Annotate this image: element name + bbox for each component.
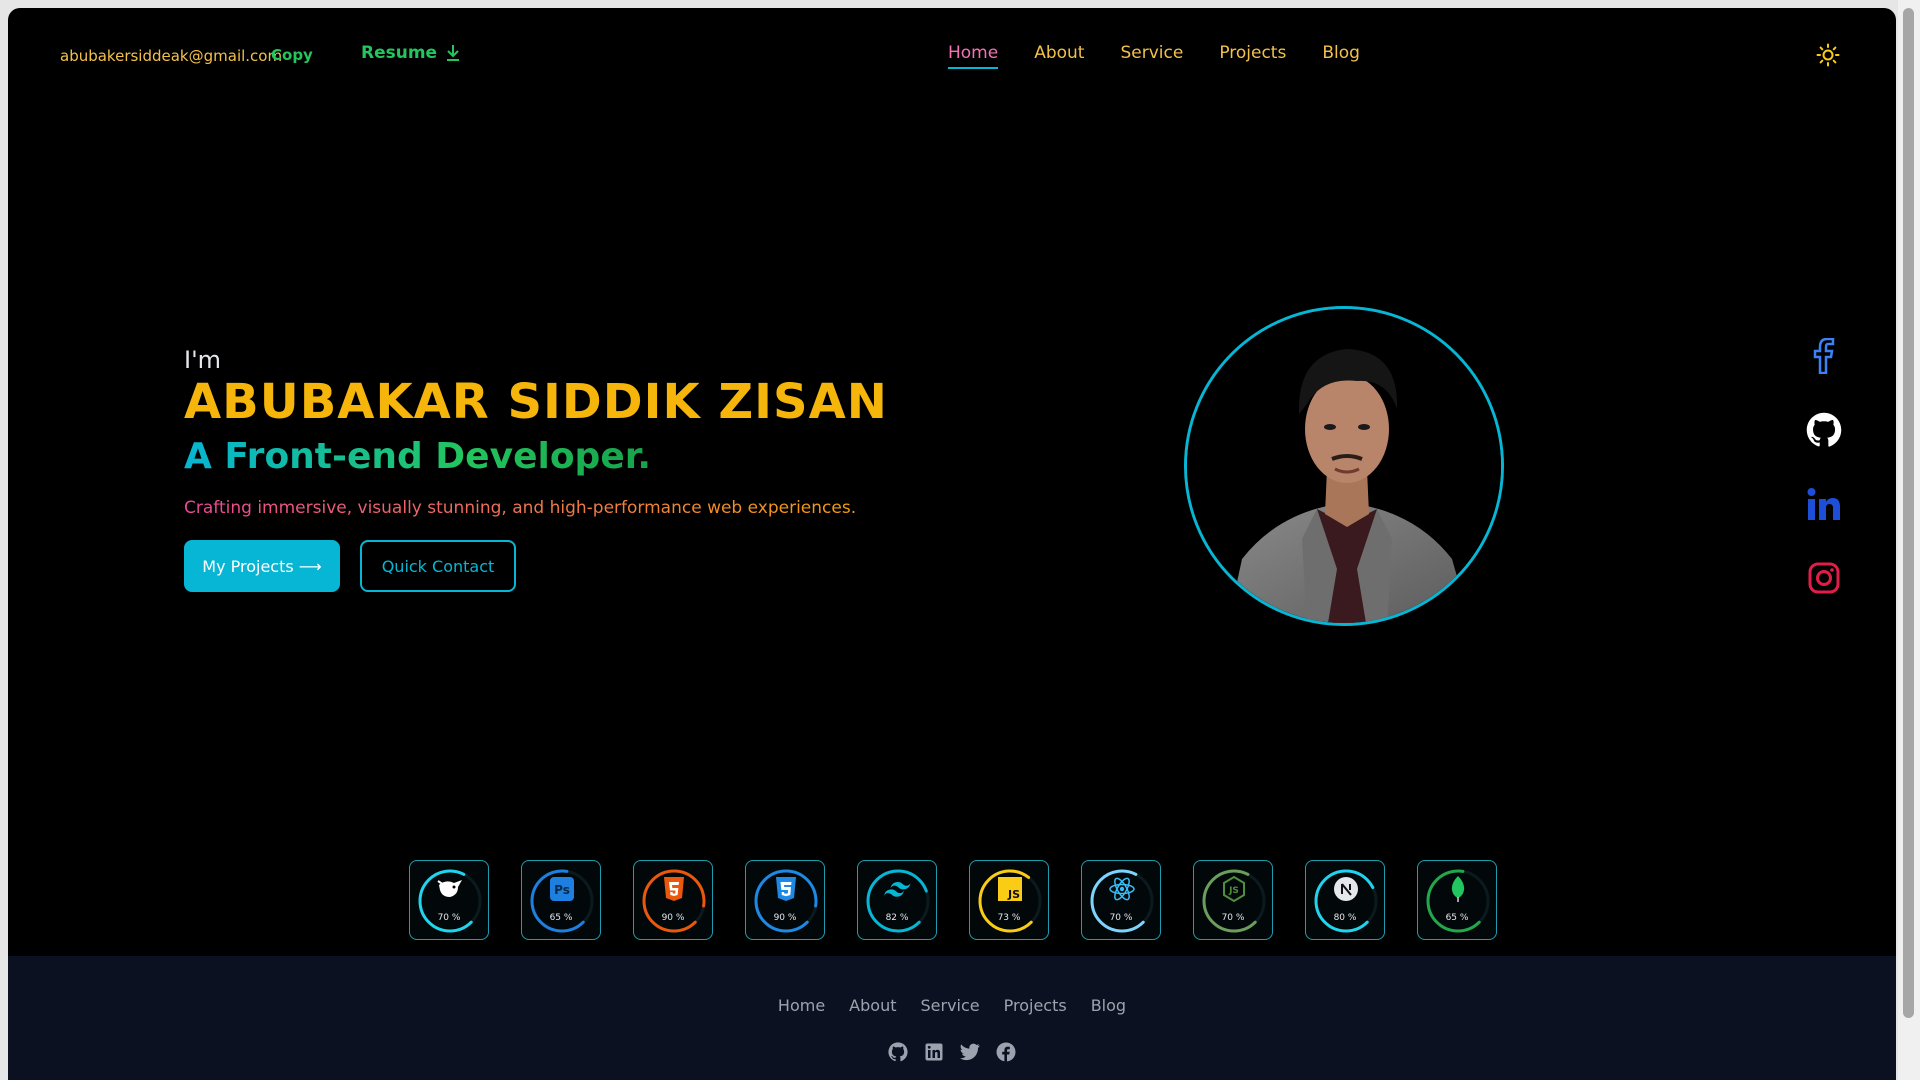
footer-nav-service[interactable]: Service (920, 996, 979, 1015)
linkedin-icon (925, 1043, 943, 1061)
profile-photo (1187, 309, 1501, 623)
github-icon (888, 1042, 908, 1062)
skill-percent: 90 % (773, 913, 797, 923)
footer: Home About Service Projects Blog (8, 956, 1896, 1080)
mongodb-icon (1444, 875, 1472, 903)
footer-twitter-link[interactable] (960, 1042, 980, 1062)
skill-percent: 73 % (997, 913, 1021, 923)
nav-blog[interactable]: Blog (1322, 43, 1360, 63)
email-address: abubakersiddeak@gmail.com (60, 47, 283, 65)
skill-card-photoshop: Ps 65 % (521, 860, 601, 940)
hero-role: A Front-end Developer. (184, 436, 652, 477)
facebook-icon (1813, 338, 1835, 374)
copy-email-button[interactable]: Copy (271, 46, 313, 64)
footer-facebook-link[interactable] (996, 1042, 1016, 1062)
skill-card-nodejs: JS 70 % (1193, 860, 1273, 940)
nav-about[interactable]: About (1034, 43, 1084, 63)
skill-percent: 65 % (1445, 913, 1469, 923)
page-frame: abubakersiddeak@gmail.com Copy Resume Ho… (8, 8, 1896, 1080)
skill-card-tailwind: 82 % (857, 860, 937, 940)
footer-nav-blog[interactable]: Blog (1091, 996, 1126, 1015)
instagram-icon (1808, 562, 1840, 594)
skill-percent: 70 % (1109, 913, 1133, 923)
photoshop-icon: Ps (548, 875, 576, 903)
resume-download-button[interactable]: Resume (361, 43, 461, 63)
css3-icon (772, 875, 800, 903)
linkedin-link[interactable] (1806, 486, 1842, 522)
quick-contact-button[interactable]: Quick Contact (360, 540, 516, 592)
facebook-link[interactable] (1806, 338, 1842, 374)
skill-card-html5: 90 % (633, 860, 713, 940)
svg-text:JS: JS (1007, 888, 1020, 901)
skill-percent: 70 % (1221, 913, 1245, 923)
skill-percent: 90 % (661, 913, 685, 923)
hero-description: Crafting immersive, visually stunning, a… (184, 498, 857, 518)
github-link[interactable] (1806, 412, 1842, 448)
my-projects-button[interactable]: My Projects ⟶ (184, 540, 340, 592)
header: abubakersiddeak@gmail.com Copy Resume Ho… (8, 8, 1896, 103)
nodejs-icon: JS (1220, 875, 1248, 903)
twitter-icon (960, 1043, 980, 1061)
nav-home[interactable]: Home (948, 43, 999, 69)
footer-nav-projects[interactable]: Projects (1004, 996, 1067, 1015)
skill-card-nextjs: 80 % (1305, 860, 1385, 940)
footer-social-icons (8, 1042, 1896, 1062)
nav-projects[interactable]: Projects (1219, 43, 1286, 63)
resume-label: Resume (361, 43, 438, 63)
hero-intro: I'm (184, 346, 222, 374)
theme-toggle-button[interactable] (1816, 43, 1840, 67)
footer-nav-home[interactable]: Home (778, 996, 825, 1015)
skill-card-mongodb: 65 % (1417, 860, 1497, 940)
skill-percent: 80 % (1333, 913, 1357, 923)
svg-text:JS: JS (1228, 886, 1239, 896)
svg-text:Ps: Ps (554, 883, 570, 897)
main-nav: Home About Service Projects Blog (948, 43, 1360, 69)
skill-percent: 70 % (437, 913, 461, 923)
skill-card-react: 70 % (1081, 860, 1161, 940)
skill-percent: 65 % (549, 913, 573, 923)
skills-row: 70 % Ps 65 % 90 % 90 % 82 % JS 73 % 70 % JS 70 % 80… (409, 860, 1497, 940)
react-icon (1108, 875, 1136, 903)
instagram-link[interactable] (1806, 560, 1842, 596)
skill-card-css3: 90 % (745, 860, 825, 940)
skill-card-gimp: 70 % (409, 860, 489, 940)
download-icon (447, 45, 460, 61)
gimp-icon (436, 875, 464, 903)
javascript-icon: JS (996, 875, 1024, 903)
skill-percent: 82 % (885, 913, 909, 923)
footer-nav: Home About Service Projects Blog (8, 996, 1896, 1015)
github-icon (1806, 412, 1842, 447)
nextjs-icon (1332, 875, 1360, 903)
tailwind-icon (884, 875, 912, 903)
footer-linkedin-link[interactable] (924, 1042, 944, 1062)
skill-card-javascript: JS 73 % (969, 860, 1049, 940)
sun-icon (1816, 43, 1840, 67)
nav-service[interactable]: Service (1120, 43, 1183, 63)
footer-nav-about[interactable]: About (849, 996, 896, 1015)
facebook-icon (996, 1042, 1016, 1062)
profile-avatar (1184, 306, 1504, 626)
scrollbar[interactable] (1898, 0, 1920, 1080)
hero-name: ABUBAKAR SIDDIK ZISAN (184, 374, 888, 430)
scrollbar-thumb[interactable] (1903, 8, 1914, 1018)
html5-icon (660, 875, 688, 903)
linkedin-icon (1807, 488, 1840, 520)
social-links (1806, 338, 1842, 596)
footer-github-link[interactable] (888, 1042, 908, 1062)
